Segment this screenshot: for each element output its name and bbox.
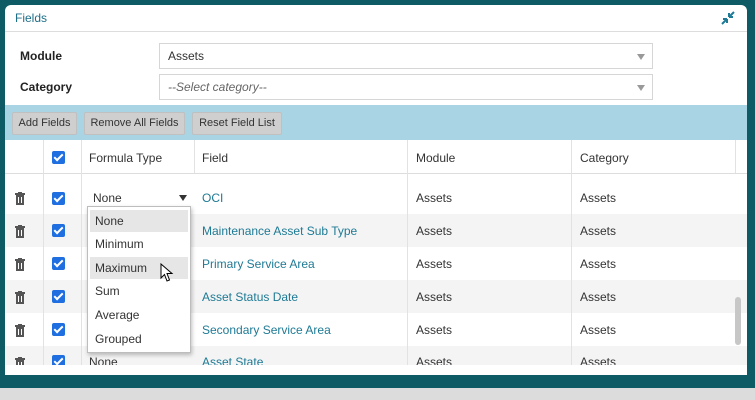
row-checkbox[interactable] [52,290,65,303]
module-row: Module Assets [5,43,747,69]
column-header-module[interactable]: Module [416,151,455,165]
category-label: Category [20,80,73,94]
module-label: Module [20,49,62,63]
category-cell: Assets [580,224,617,238]
trash-icon[interactable] [14,291,26,304]
column-header-category[interactable]: Category [580,151,629,165]
module-cell: Assets [416,224,453,238]
column-header-field[interactable]: Field [202,151,228,165]
menu-item-none[interactable]: None [90,210,188,232]
add-fields-button[interactable]: Add Fields [12,112,77,135]
caret-down-icon [179,195,187,201]
category-cell: Assets [580,191,617,205]
category-cell: Assets [580,257,617,271]
module-select-value: Assets [168,49,205,63]
formula-type-value: None [93,191,122,205]
grid-header: Formula Type Field Module Category [5,140,747,174]
reset-field-list-button[interactable]: Reset Field List [192,112,282,135]
field-link[interactable]: Secondary Service Area [202,323,331,337]
chevron-down-icon [637,54,645,60]
fields-toolbar: Add Fields Remove All Fields Reset Field… [5,105,747,140]
field-link[interactable]: OCI [202,191,223,205]
category-cell: Assets [580,290,617,304]
field-link[interactable]: Asset Status Date [202,290,298,304]
row-checkbox[interactable] [52,192,65,205]
row-checkbox[interactable] [52,355,65,365]
module-select[interactable]: Assets [159,43,653,69]
row-checkbox[interactable] [52,323,65,336]
module-cell: Assets [416,355,453,365]
menu-item-sum[interactable]: Sum [90,280,188,302]
menu-item-average[interactable]: Average [90,304,188,326]
scrollbar-thumb[interactable] [735,297,741,345]
select-all-checkbox[interactable] [52,151,65,164]
chevron-down-icon [637,85,645,91]
module-cell: Assets [416,323,453,337]
trash-icon[interactable] [14,258,26,271]
trash-icon[interactable] [14,225,26,238]
mouse-cursor-icon [160,263,174,282]
row-checkbox[interactable] [52,257,65,270]
field-link[interactable]: Maintenance Asset Sub Type [202,224,357,238]
category-select[interactable]: --Select category-- [159,74,653,100]
column-header-formula-type[interactable]: Formula Type [89,151,162,165]
module-cell: Assets [416,257,453,271]
category-select-placeholder: --Select category-- [168,80,267,94]
menu-item-grouped[interactable]: Grouped [90,328,188,350]
row-checkbox[interactable] [52,224,65,237]
collapse-icon[interactable] [719,9,737,27]
dialog-title: Fields [15,11,48,25]
module-cell: Assets [416,191,453,205]
trash-icon[interactable] [14,357,26,365]
trash-icon[interactable] [14,324,26,337]
category-cell: Assets [580,323,617,337]
menu-item-minimum[interactable]: Minimum [90,233,188,255]
formula-type-value[interactable]: None [89,355,118,365]
field-link[interactable]: Primary Service Area [202,257,315,271]
remove-all-fields-button[interactable]: Remove All Fields [84,112,185,135]
trash-icon[interactable] [14,192,26,205]
formula-type-menu: None Minimum Maximum Sum Average Grouped [87,206,191,353]
dialog-header: Fields [5,5,747,32]
field-link[interactable]: Asset State [202,355,263,365]
module-cell: Assets [416,290,453,304]
category-row: Category --Select category-- [5,74,747,100]
bottom-bar [0,388,755,400]
category-cell: Assets [580,355,617,365]
